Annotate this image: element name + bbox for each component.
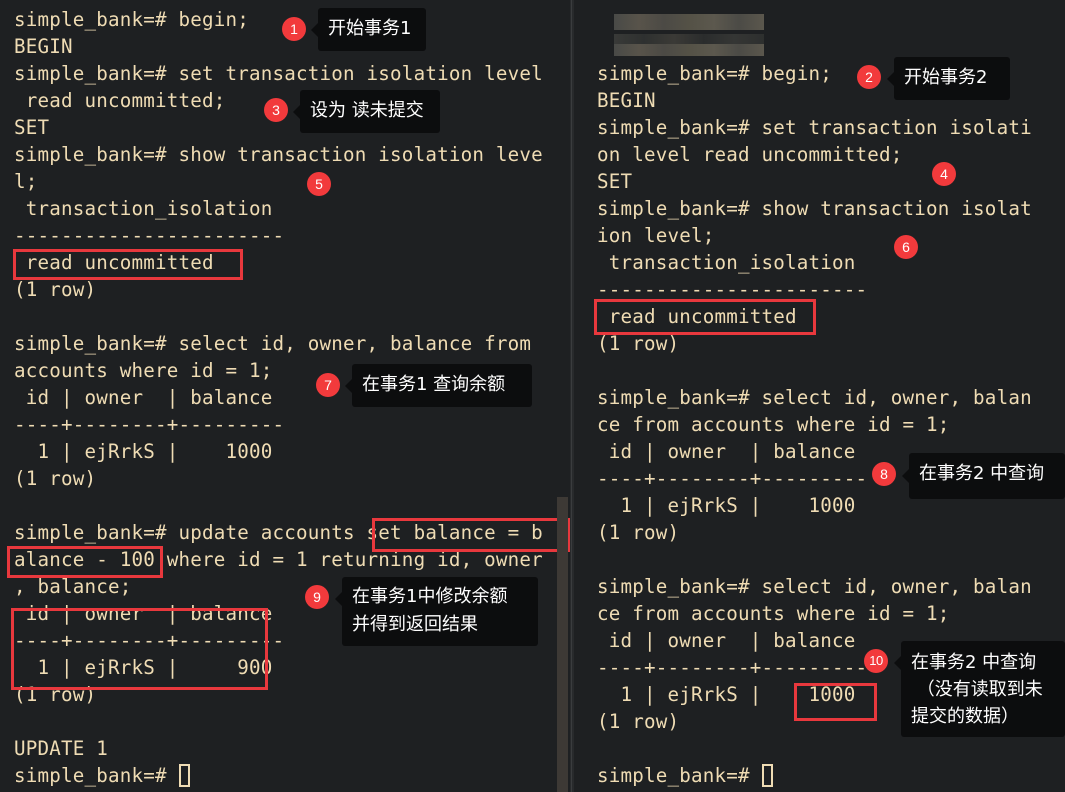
terminal-line: ----+--------+--------- — [597, 467, 868, 490]
terminal-line: simple_bank=# begin; — [597, 62, 833, 85]
step-badge-1: 1 — [282, 17, 306, 41]
annotation-tooltip-3: 设为 读未提交 — [293, 90, 440, 133]
terminal-line: (1 row) — [597, 521, 680, 544]
highlight-box-unchanged-balance — [794, 683, 877, 721]
highlight-box-balance-minus — [7, 546, 163, 578]
terminal-line: simple_bank=# show transaction isolation… — [14, 143, 543, 166]
terminal-line: simple_bank=# show transaction isolat — [597, 197, 1032, 220]
terminal-line: simple_bank=# begin; — [14, 8, 250, 31]
highlight-box-isolation-level — [13, 249, 243, 280]
terminal-line: (1 row) — [14, 278, 97, 301]
terminal-prompt-line[interactable]: simple_bank=# — [597, 762, 773, 789]
scrollbar[interactable] — [557, 497, 568, 792]
annotation-tooltip-8: 在事务2 中查询 — [902, 453, 1065, 499]
blurred-text — [614, 14, 764, 30]
terminal-line: 1 | ejRrkS | 1000 — [14, 440, 273, 463]
terminal-line: simple_bank=# set transaction isolation … — [14, 62, 543, 85]
terminal-line: SET — [14, 116, 50, 139]
terminal-line: on level read uncommitted; — [597, 143, 903, 166]
terminal-line: id | owner | balance — [597, 629, 856, 652]
terminal-line: (1 row) — [597, 710, 680, 733]
terminal-line: l; — [14, 170, 38, 193]
terminal-line: ----------------------- — [14, 224, 285, 247]
terminal-line: (1 row) — [14, 467, 97, 490]
prompt-text: simple_bank=# — [14, 764, 179, 787]
terminal-line: id | owner | balance — [14, 386, 273, 409]
step-badge-2: 2 — [857, 65, 881, 89]
terminal-line: transaction_isolation — [597, 251, 856, 274]
annotation-tooltip-7: 在事务1 查询余额 — [345, 364, 532, 407]
highlight-box-set-balance — [372, 518, 570, 552]
terminal-prompt-line[interactable]: simple_bank=# — [14, 762, 190, 789]
divider-line — [571, 0, 572, 792]
terminal-line: SET — [597, 170, 633, 193]
highlight-box-isolation-level — [594, 299, 816, 335]
annotation-tooltip-1: 开始事务1 — [311, 8, 426, 51]
terminal-line: UPDATE 1 — [14, 737, 109, 760]
step-badge-10: 10 — [864, 649, 888, 673]
terminal-line: simple_bank=# select id, owner, balance … — [14, 332, 532, 355]
cursor — [761, 764, 773, 787]
step-badge-5: 5 — [307, 172, 331, 196]
terminal-line: id | owner | balance — [597, 440, 856, 463]
terminal-line: simple_bank=# select id, owner, balan — [597, 386, 1032, 409]
terminal-line: 1 | ejRrkS | 1000 — [597, 494, 856, 517]
terminal-line: read uncommitted; — [14, 89, 226, 112]
prompt-text: simple_bank=# — [597, 764, 762, 787]
terminal-line: BEGIN — [14, 35, 73, 58]
terminal-line: ----+--------+--------- — [14, 413, 285, 436]
cursor — [178, 764, 190, 787]
terminal-line: ----+--------+--------- — [597, 656, 868, 679]
step-badge-3: 3 — [264, 98, 288, 122]
blurred-text — [614, 34, 764, 44]
annotation-tooltip-10: 在事务2 中查询 （没有读取到未 提交的数据） — [894, 641, 1065, 737]
terminal-line: accounts where id = 1; — [14, 359, 273, 382]
terminal-line: transaction_isolation — [14, 197, 273, 220]
terminal-line: BEGIN — [597, 89, 656, 112]
terminal-line: simple_bank=# set transaction isolati — [597, 116, 1032, 139]
step-badge-4: 4 — [932, 162, 956, 186]
step-badge-9: 9 — [305, 585, 329, 609]
annotation-tooltip-2: 开始事务2 — [887, 57, 1010, 100]
terminal-line: ion level; — [597, 224, 715, 247]
terminal-line: ce from accounts where id = 1; — [597, 413, 950, 436]
annotation-tooltip-9: 在事务1中修改余额 并得到返回结果 — [335, 577, 538, 646]
blurred-text — [614, 44, 764, 56]
step-badge-8: 8 — [872, 462, 896, 486]
step-badge-7: 7 — [316, 373, 340, 397]
step-badge-6: 6 — [894, 235, 918, 259]
highlight-box-returning-result — [11, 608, 268, 690]
terminal-line: ce from accounts where id = 1; — [597, 602, 950, 625]
terminal-line: simple_bank=# select id, owner, balan — [597, 575, 1032, 598]
